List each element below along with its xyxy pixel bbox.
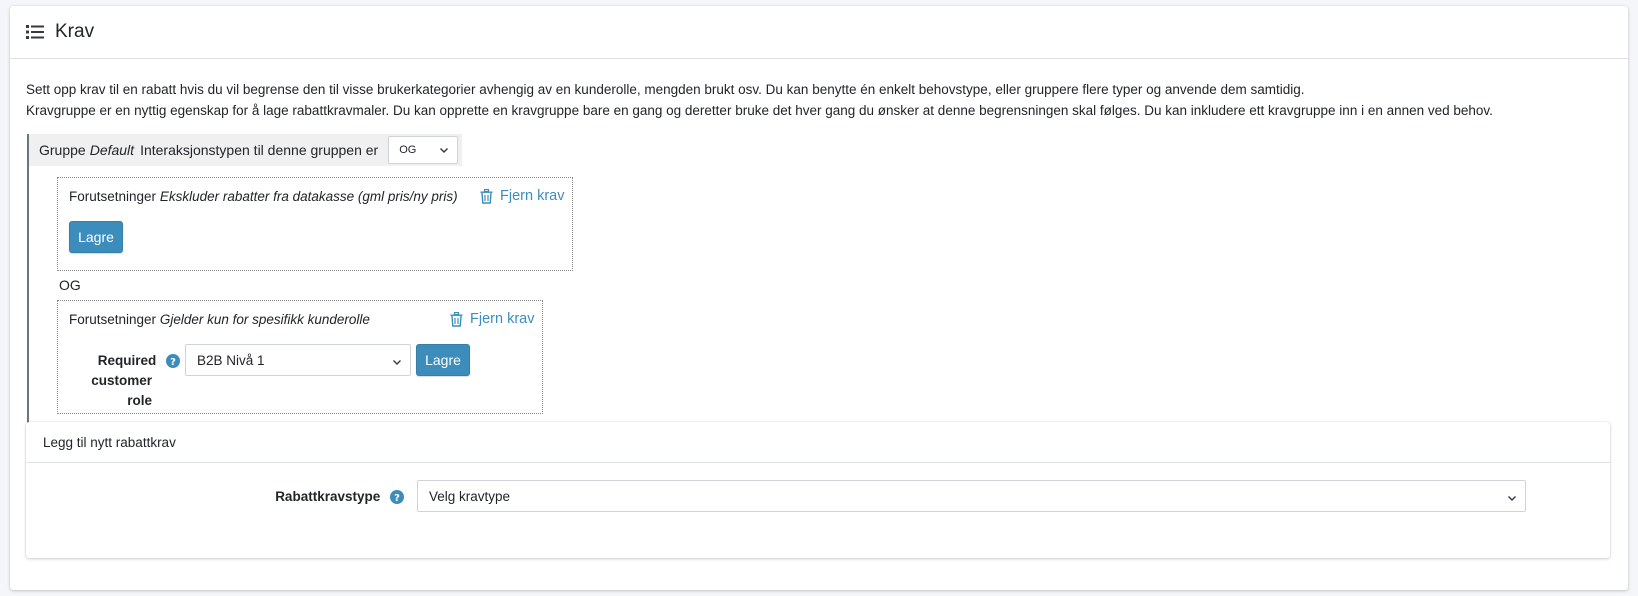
customer-role-label-line-1: Required (97, 353, 157, 368)
operator-label: OG (59, 277, 81, 293)
remove-requirement-button-1[interactable]: Fjern krav (480, 188, 564, 204)
chevron-down-icon (1507, 491, 1517, 501)
requirement-prefix: Forutsetninger (69, 189, 157, 204)
trash-icon (480, 188, 493, 204)
trash-icon (450, 311, 463, 327)
svg-text:?: ? (394, 493, 400, 504)
svg-text:?: ? (170, 357, 176, 368)
requirement-box-1: Forutsetninger Ekskluder rabatter fra da… (57, 177, 573, 271)
group-name: Default (89, 142, 135, 158)
requirement-type-select[interactable]: Velg kravtype (417, 480, 1526, 512)
remove-requirement-button-2[interactable]: Fjern krav (450, 311, 534, 327)
list-icon (26, 24, 44, 40)
requirement-box-2: Forutsetninger Gjelder kun for spesifikk… (57, 300, 543, 414)
requirement-type-label-text: Rabattkravstype (275, 489, 381, 504)
interaction-type-value: OG (399, 144, 417, 156)
new-requirement-title: Legg til nytt rabattkrav (26, 422, 1610, 463)
group-label: Gruppe (39, 142, 86, 158)
requirement-title-2: Forutsetninger Gjelder kun for spesifikk… (69, 312, 370, 327)
customer-role-label: Required ? customer role (68, 351, 180, 411)
chevron-down-icon (392, 355, 402, 365)
help-icon[interactable]: ? (390, 490, 404, 505)
requirement-name: Gjelder kun for spesifikk kunderolle (159, 312, 370, 327)
requirement-prefix: Forutsetninger (69, 312, 157, 327)
customer-role-select[interactable]: B2B Nivå 1 (185, 344, 411, 376)
requirements-card: Krav Sett opp krav til en rabatt hvis du… (10, 6, 1628, 590)
chevron-down-icon (439, 145, 449, 155)
requirement-group: Gruppe Default Interaksjonstypen til den… (27, 134, 1619, 435)
description: Sett opp krav til en rabatt hvis du vil … (26, 79, 1493, 121)
new-requirement-card: Legg til nytt rabattkrav Rabattkravstype… (26, 422, 1610, 558)
requirement-title-1: Forutsetninger Ekskluder rabatter fra da… (69, 189, 458, 204)
requirement-type-label: Rabattkravstype ? (256, 487, 404, 507)
group-header: Gruppe Default Interaksjonstypen til den… (29, 134, 463, 166)
customer-role-value: B2B Nivå 1 (197, 352, 265, 368)
remove-requirement-label: Fjern krav (470, 311, 535, 327)
interaction-type-select[interactable]: OG (388, 136, 459, 164)
help-icon[interactable]: ? (166, 354, 180, 369)
remove-requirement-label: Fjern krav (500, 188, 565, 204)
card-header: Krav (10, 6, 1628, 59)
requirement-name: Ekskluder rabatter fra datakasse (gml pr… (159, 189, 458, 204)
customer-role-label-line-2: customer role (91, 373, 152, 408)
save-button-1[interactable]: Lagre (69, 221, 123, 253)
description-line-1: Sett opp krav til en rabatt hvis du vil … (26, 82, 1305, 97)
interaction-type-text: Interaksjonstypen til denne gruppen er (140, 142, 379, 158)
description-line-2: Kravgruppe er en nyttig egenskap for å l… (26, 103, 1493, 118)
requirement-type-placeholder: Velg kravtype (429, 488, 511, 504)
save-button-2[interactable]: Lagre (416, 344, 470, 376)
page-title: Krav (55, 21, 95, 42)
